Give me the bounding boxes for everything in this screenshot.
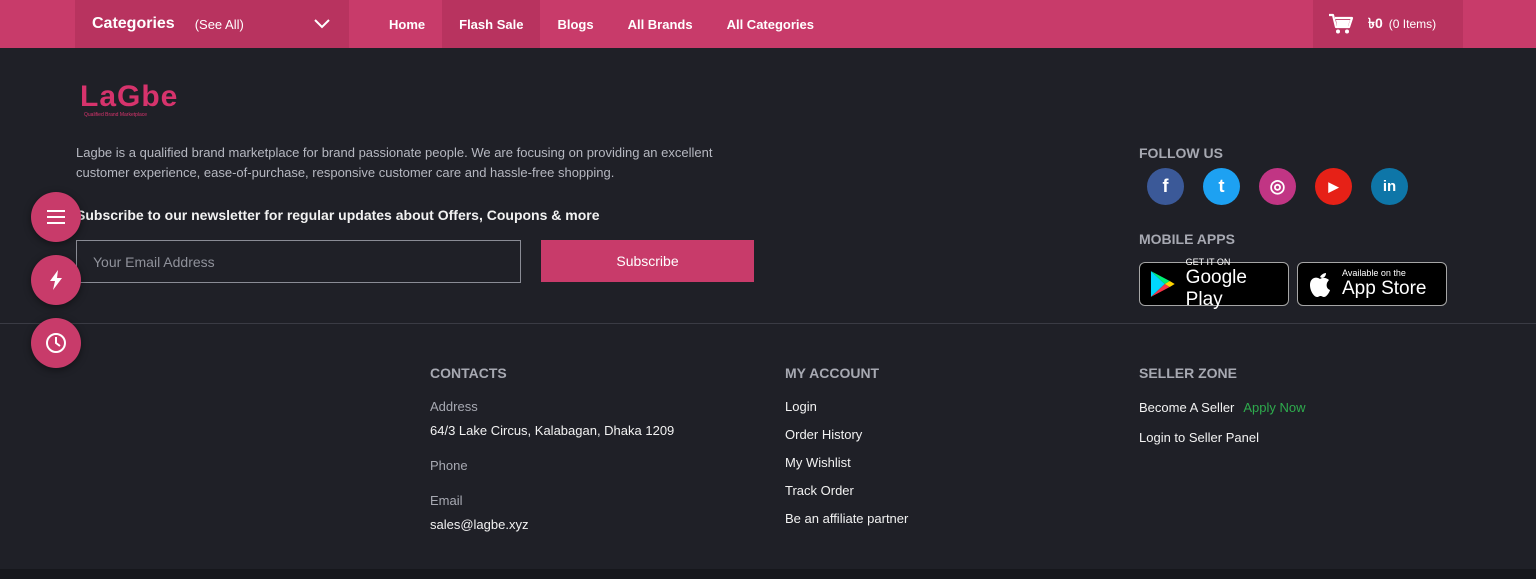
- email-label: Email: [430, 493, 463, 508]
- email-value[interactable]: sales@lagbe.xyz: [430, 517, 674, 532]
- mobile-apps-title: MOBILE APPS: [1139, 231, 1235, 247]
- cart-button[interactable]: ৳0 (0 Items): [1313, 0, 1463, 48]
- contacts-column: CONTACTS Address 64/3 Lake Circus, Kalab…: [430, 365, 674, 532]
- become-seller-row: Become A Seller Apply Now: [1139, 399, 1306, 417]
- seller-zone-column: SELLER ZONE Become A Seller Apply Now Log…: [1139, 365, 1306, 445]
- app-store-label: App Store: [1342, 277, 1427, 299]
- my-account-title: MY ACCOUNT: [785, 365, 880, 381]
- flash-icon: [50, 270, 62, 290]
- history-fab[interactable]: [31, 318, 81, 368]
- chevron-down-icon: [314, 19, 330, 29]
- nav-home[interactable]: Home: [372, 0, 442, 48]
- svg-text:LaGbe: LaGbe: [80, 80, 178, 113]
- app-store-badge[interactable]: Available on the App Store: [1297, 262, 1447, 306]
- instagram-icon[interactable]: ◎: [1259, 168, 1296, 205]
- menu-icon: [47, 210, 65, 224]
- email-input[interactable]: [76, 240, 521, 283]
- see-all-link[interactable]: (See All): [195, 17, 244, 32]
- wishlist-link[interactable]: My Wishlist: [785, 455, 908, 470]
- subscribe-button[interactable]: Subscribe: [541, 240, 754, 282]
- svg-text:Qualified Brand Marketplace: Qualified Brand Marketplace: [84, 112, 147, 118]
- phone-label: Phone: [430, 458, 468, 473]
- categories-label: Categories: [92, 15, 175, 32]
- nav-all-brands[interactable]: All Brands: [611, 0, 710, 48]
- apple-icon: [1310, 273, 1330, 297]
- footer-divider: [0, 323, 1536, 324]
- menu-fab[interactable]: [31, 192, 81, 242]
- nav-flash-sale[interactable]: Flash Sale: [442, 0, 541, 48]
- cart-icon: [1329, 13, 1354, 34]
- follow-us-title: FOLLOW US: [1139, 145, 1223, 161]
- google-play-small: GET IT ON: [1185, 256, 1231, 267]
- cart-item-count: (0 Items): [1388, 17, 1437, 31]
- apply-now-link[interactable]: Apply Now: [1243, 400, 1305, 415]
- app-store-small: Available on the: [1342, 267, 1406, 278]
- address-value: 64/3 Lake Circus, Kalabagan, Dhaka 1209: [430, 423, 675, 438]
- lagbe-logo[interactable]: LaGbe Qualified Brand Marketplace: [78, 78, 206, 120]
- contacts-title: CONTACTS: [430, 365, 507, 381]
- top-nav: Categories (See All) Home Flash Sale Blo…: [0, 0, 1536, 48]
- affiliate-link[interactable]: Be an affiliate partner: [785, 511, 908, 526]
- become-seller-link[interactable]: Become A Seller: [1139, 400, 1234, 415]
- flash-sale-fab[interactable]: [31, 255, 81, 305]
- youtube-icon[interactable]: ▶: [1315, 168, 1352, 205]
- login-link[interactable]: Login: [785, 399, 908, 414]
- about-text: Lagbe is a qualified brand marketplace f…: [76, 145, 713, 180]
- seller-login-link[interactable]: Login to Seller Panel: [1139, 430, 1306, 445]
- nav-blogs[interactable]: Blogs: [540, 0, 610, 48]
- nav-all-categories[interactable]: All Categories: [710, 0, 831, 48]
- seller-zone-title: SELLER ZONE: [1139, 365, 1238, 381]
- history-icon: [46, 333, 66, 353]
- main-menu: Home Flash Sale Blogs All Brands All Cat…: [372, 0, 831, 48]
- newsletter-title: Subscribe to our newsletter for regular …: [76, 207, 600, 223]
- categories-dropdown[interactable]: Categories (See All): [75, 0, 349, 48]
- address-label: Address: [430, 399, 478, 414]
- bottom-strip: [0, 569, 1536, 579]
- cart-amount: ৳0: [1368, 15, 1383, 31]
- track-order-link[interactable]: Track Order: [785, 483, 908, 498]
- order-history-link[interactable]: Order History: [785, 427, 908, 442]
- google-play-badge[interactable]: GET IT ON Google Play: [1139, 257, 1289, 310]
- google-play-label: Google Play: [1185, 266, 1247, 310]
- linkedin-icon[interactable]: in: [1371, 168, 1408, 205]
- facebook-icon[interactable]: f: [1147, 168, 1184, 205]
- twitter-icon[interactable]: t: [1203, 168, 1240, 205]
- my-account-column: MY ACCOUNT Login Order History My Wishli…: [785, 365, 908, 526]
- social-links: f t ◎ ▶ in: [1147, 168, 1408, 205]
- google-play-icon: [1150, 271, 1175, 297]
